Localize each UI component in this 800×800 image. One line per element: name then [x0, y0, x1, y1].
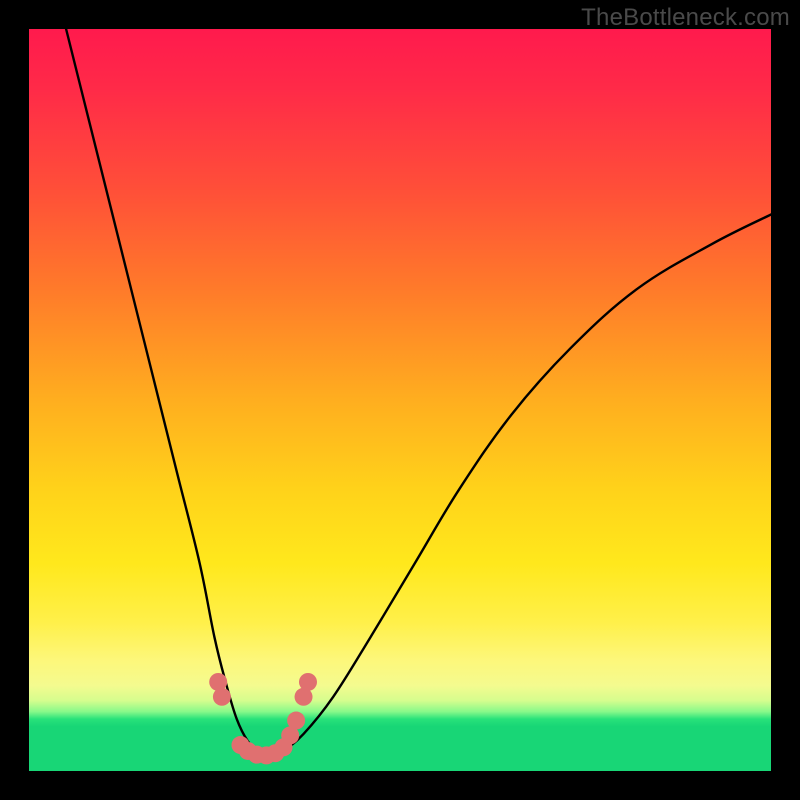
curve-marker: [287, 712, 305, 730]
plot-area: [29, 29, 771, 771]
watermark-text: TheBottleneck.com: [581, 4, 790, 32]
curve-markers: [209, 673, 317, 764]
curve-layer: [29, 29, 771, 771]
curve-marker: [213, 688, 231, 706]
chart-frame: TheBottleneck.com: [0, 0, 800, 800]
curve-marker: [299, 673, 317, 691]
bottleneck-curve: [66, 29, 771, 756]
